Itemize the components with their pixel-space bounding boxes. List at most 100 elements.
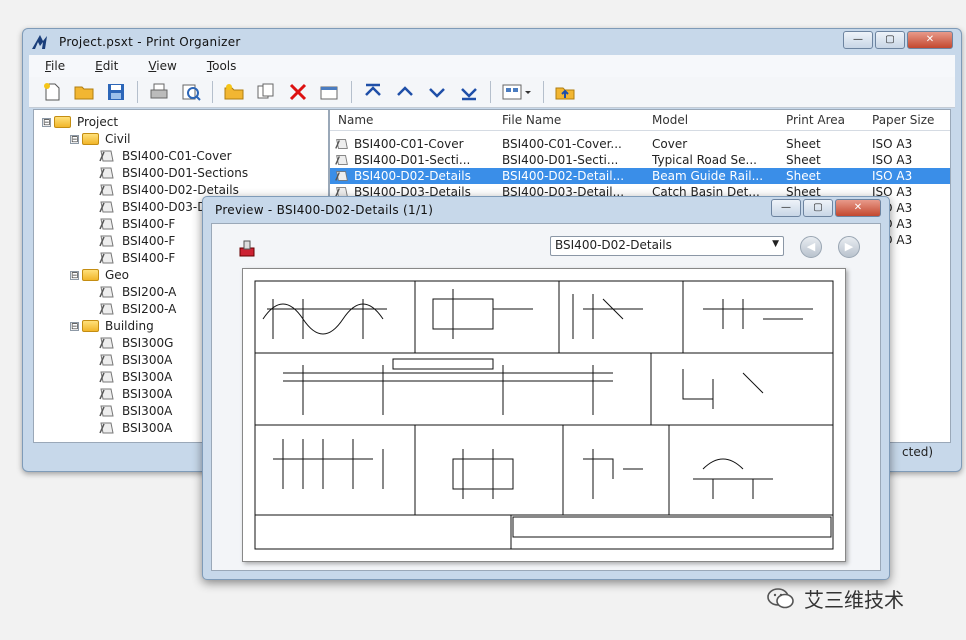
column-header[interactable]: File Name <box>502 113 561 127</box>
tree-label: BSI400-F <box>122 217 176 231</box>
list-row[interactable]: BSI400-D02-Details BSI400-D02-Detail... Be… <box>330 168 950 184</box>
column-header[interactable]: Name <box>338 113 373 127</box>
maximize-button[interactable]: ▢ <box>875 31 905 49</box>
add-sheets-icon[interactable] <box>253 80 279 104</box>
sheet-icon <box>99 388 114 400</box>
tree-sheet[interactable]: BSI300A <box>98 386 172 402</box>
sheet-icon <box>99 150 114 162</box>
right-arrow-icon[interactable]: ▶ <box>838 236 860 258</box>
preview-icon[interactable] <box>178 80 204 104</box>
tree-label: BSI300G <box>122 336 174 350</box>
preview-title: Preview - BSI400-D02-Details (1/1) <box>215 203 434 217</box>
tree-sheet[interactable]: BSI400-F <box>98 233 175 249</box>
menu-file[interactable]: File <box>45 59 65 73</box>
status-text: cted) <box>902 445 933 459</box>
sheet-select-value: BSI400-D02-Details <box>555 238 672 252</box>
plot-icon[interactable] <box>236 238 258 260</box>
menu-mnemonic: E <box>95 59 103 73</box>
move-top-icon[interactable] <box>360 80 386 104</box>
add-folder-icon[interactable] <box>221 80 247 104</box>
tree-folder[interactable]: ⊟ Project <box>42 114 118 130</box>
menu-tools[interactable]: Tools <box>207 59 237 73</box>
sheet-icon <box>99 371 114 383</box>
cell-name: BSI400-D02-Details <box>354 169 471 183</box>
sheet-icon <box>99 286 114 298</box>
tree-label: Project <box>77 115 119 129</box>
cell-file: BSI400-D01-Secti... <box>502 153 619 167</box>
sheet-icon <box>335 171 348 181</box>
tree-sheet[interactable]: BSI300A <box>98 352 172 368</box>
close-button[interactable]: ✕ <box>835 199 881 217</box>
cell-model: Beam Guide Rail... <box>652 169 764 183</box>
move-bottom-icon[interactable] <box>456 80 482 104</box>
tree-sheet[interactable]: BSI300A <box>98 369 172 385</box>
sheet-layout-icon[interactable] <box>499 80 535 104</box>
sheet-select[interactable]: BSI400-D02-Details ▼ <box>550 236 784 256</box>
cell-area: Sheet <box>786 169 821 183</box>
menu-label-rest: dit <box>102 59 119 73</box>
maximize-button[interactable]: ▢ <box>803 199 833 217</box>
tree-label: BSI400-D01-Sections <box>122 166 249 180</box>
title-bar[interactable]: Project.psxt - Print Organizer — ▢ ✕ <box>23 29 961 55</box>
minimize-button[interactable]: — <box>843 31 873 49</box>
preview-body: BSI400-D02-Details ▼ ◀ ▶ <box>211 223 881 571</box>
tree-sheet[interactable]: BSI400-F <box>98 216 175 232</box>
properties-icon[interactable] <box>317 80 343 104</box>
tree-folder[interactable]: ⊟ Civil <box>70 131 130 147</box>
print-icon[interactable] <box>146 80 172 104</box>
tree-sheet[interactable]: BSI400-F <box>98 250 175 266</box>
delete-icon[interactable] <box>285 80 311 104</box>
tree-sheet[interactable]: BSI300A <box>98 403 172 419</box>
sheet-icon <box>335 155 348 165</box>
collapse-icon[interactable]: ⊟ <box>70 270 79 280</box>
collapse-icon[interactable]: ⊟ <box>70 134 79 144</box>
column-header[interactable]: Model <box>652 113 688 127</box>
sheet-icon <box>99 201 114 213</box>
tree-sheet[interactable]: BSI300G <box>98 335 173 351</box>
tree-label: BSI300A <box>122 404 173 418</box>
menu-edit[interactable]: Edit <box>95 59 118 73</box>
tree-label: Building <box>105 319 154 333</box>
tree-folder[interactable]: ⊟ Building <box>70 318 154 334</box>
list-row[interactable]: BSI400-D01-Secti... BSI400-D01-Secti... Ty… <box>330 152 950 168</box>
collapse-icon[interactable]: ⊟ <box>70 321 79 331</box>
column-header[interactable]: Paper Size <box>872 113 934 127</box>
sheet-icon <box>99 354 114 366</box>
tree-folder[interactable]: ⊟ Geo <box>70 267 129 283</box>
sheet-icon <box>99 184 114 196</box>
menu-label-rest: ools <box>212 59 237 73</box>
tree-sheet[interactable]: BSI400-D01-Sections <box>98 165 248 181</box>
tree-sheet[interactable]: BSI300A <box>98 420 172 436</box>
cell-name: BSI400-D01-Secti... <box>354 153 471 167</box>
menu-view[interactable]: View <box>148 59 176 73</box>
tree-sheet[interactable]: BSI200-A <box>98 284 176 300</box>
window-title: Project.psxt - Print Organizer <box>59 35 241 49</box>
sheet-icon <box>99 422 114 434</box>
sheet-icon <box>99 303 114 315</box>
close-button[interactable]: ✕ <box>907 31 953 49</box>
tree-label: BSI400-F <box>122 251 176 265</box>
open-folder-icon[interactable] <box>71 80 97 104</box>
folder-icon <box>82 320 99 332</box>
tree-sheet[interactable]: BSI400-C01-Cover <box>98 148 232 164</box>
minimize-button[interactable]: — <box>771 199 801 217</box>
move-down-icon[interactable] <box>424 80 450 104</box>
save-icon[interactable] <box>103 80 129 104</box>
collapse-icon[interactable]: ⊟ <box>42 117 51 127</box>
tree-label: BSI300A <box>122 387 173 401</box>
tree-label: Geo <box>105 268 130 282</box>
publish-icon[interactable] <box>552 80 578 104</box>
new-icon[interactable] <box>39 80 65 104</box>
column-header[interactable]: Print Area <box>786 113 845 127</box>
tree-sheet[interactable]: BSI200-A <box>98 301 176 317</box>
sheet-icon <box>99 337 114 349</box>
left-arrow-icon[interactable]: ◀ <box>800 236 822 258</box>
list-row[interactable]: BSI400-C01-Cover BSI400-C01-Cover... Cover… <box>330 136 950 152</box>
tree-label: BSI400-D02-Details <box>122 183 239 197</box>
tree-label: BSI200-A <box>122 302 177 316</box>
tree-label: BSI300A <box>122 370 173 384</box>
toolbar <box>29 77 955 108</box>
cell-paper: ISO A3 <box>872 137 913 151</box>
cell-model: Typical Road Se... <box>652 153 757 167</box>
move-up-icon[interactable] <box>392 80 418 104</box>
